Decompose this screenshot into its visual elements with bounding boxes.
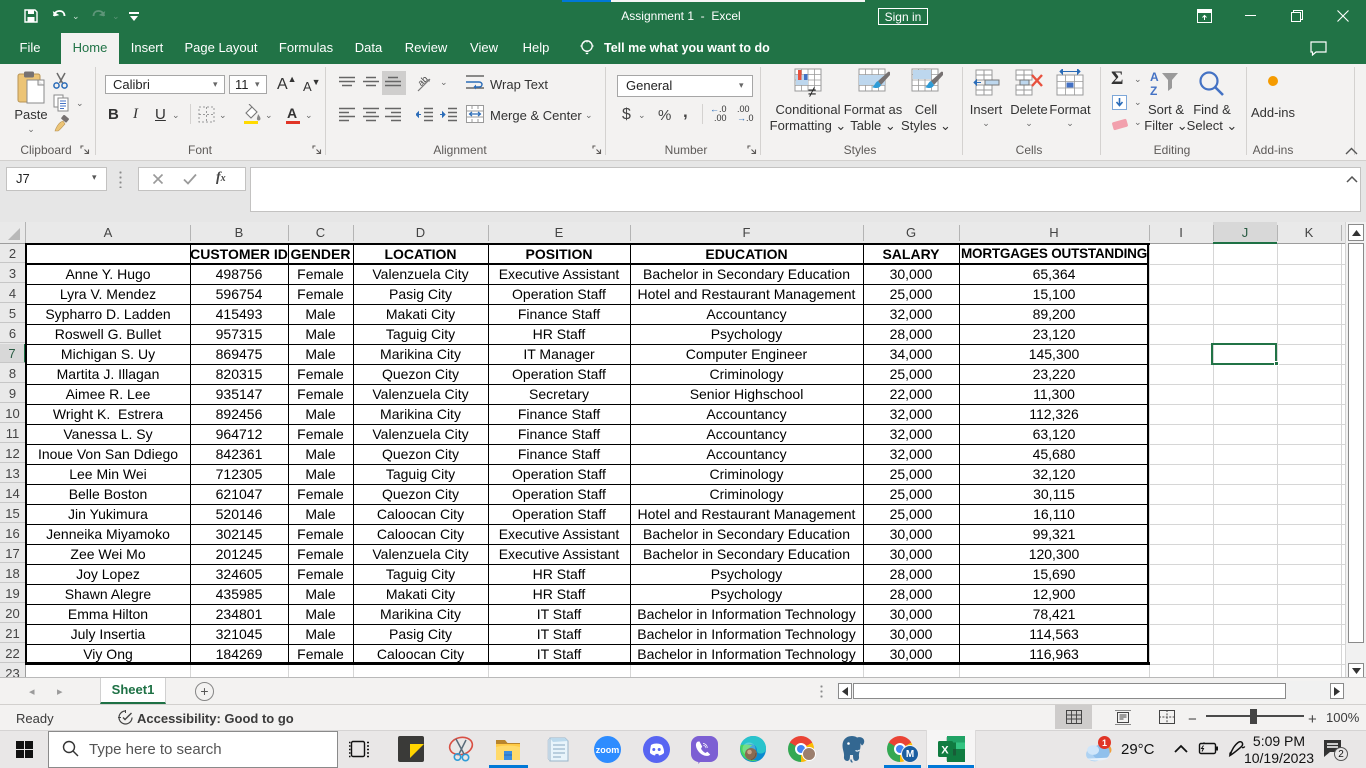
svg-text:X: X: [941, 745, 949, 757]
svg-text:≠: ≠: [808, 84, 816, 100]
svg-text:A: A: [1150, 70, 1159, 84]
svg-text:Z: Z: [1150, 84, 1157, 96]
svg-text:ab: ab: [416, 74, 430, 88]
